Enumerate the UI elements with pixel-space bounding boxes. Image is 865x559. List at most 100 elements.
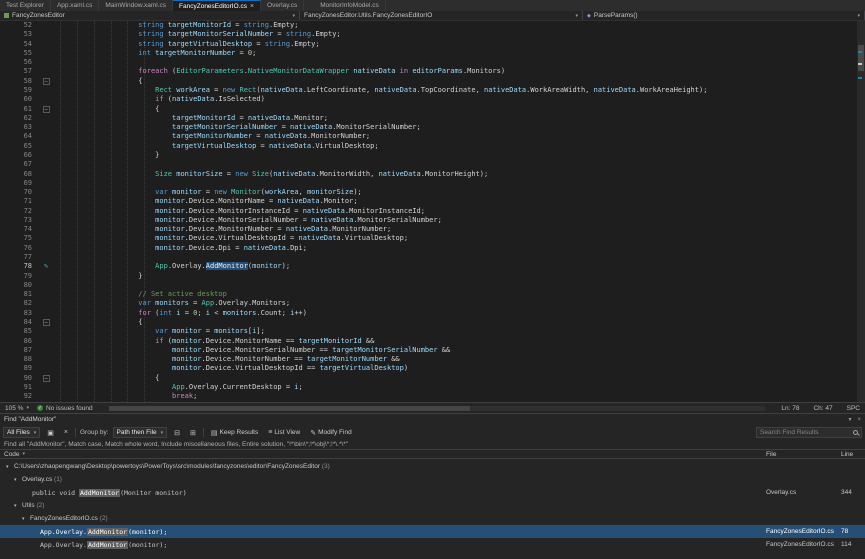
close-icon[interactable]: ×: [250, 3, 254, 10]
tab-app-xaml-cs[interactable]: App.xaml.cs: [51, 0, 99, 11]
modify-find-button[interactable]: ✎ Modify Find: [307, 427, 354, 438]
code-line-65[interactable]: 65 targetVirtualDesktop = nativeData.Vir…: [0, 142, 865, 151]
tab-overlay-cs[interactable]: Overlay.cs: [261, 0, 304, 11]
code-line-90[interactable]: 90− {: [0, 374, 865, 383]
code-line-67[interactable]: 67: [0, 160, 865, 169]
copy-button[interactable]: ▣: [44, 427, 57, 438]
code-line-81[interactable]: 81 // Set active desktop: [0, 290, 865, 299]
code-line-91[interactable]: 91 App.Overlay.CurrentDesktop = i;: [0, 383, 865, 392]
tab-monitorinfomodel-cs[interactable]: MonitorInfoModel.cs: [314, 0, 386, 11]
code-line-57[interactable]: 57 foreach (EditorParameters.NativeMonit…: [0, 67, 865, 76]
project-dropdown[interactable]: FancyZonesEditor ▾: [0, 11, 300, 20]
zoom-control[interactable]: 105 % ▾: [5, 405, 29, 412]
code-line-85[interactable]: 85 var monitor = monitors[i];: [0, 327, 865, 336]
member-dropdown[interactable]: ◆ ParseParams() ▾: [583, 11, 865, 20]
code-line-58[interactable]: 58− {: [0, 77, 865, 86]
find-result-row[interactable]: App.Overlay.AddMonitor(monitor);FancyZon…: [0, 538, 865, 551]
code-line-62[interactable]: 62 targetMonitorId = nativeData.Monitor;: [0, 114, 865, 123]
code-line-64[interactable]: 64 targetMonitorNumber = nativeData.Moni…: [0, 132, 865, 141]
clear-results-button[interactable]: ×: [61, 427, 71, 438]
list-view-toggle[interactable]: ≡ List View: [265, 427, 303, 438]
column-line[interactable]: Line: [841, 451, 861, 458]
horizontal-scrollbar[interactable]: [109, 406, 766, 411]
code-line-63[interactable]: 63 targetMonitorSerialNumber = nativeDat…: [0, 123, 865, 132]
expander-caret-icon[interactable]: ▾: [6, 464, 14, 470]
code-line-61[interactable]: 61− {: [0, 105, 865, 114]
chevron-down-icon[interactable]: ▾: [292, 13, 295, 19]
code-line-80[interactable]: 80: [0, 281, 865, 290]
expand-all-button[interactable]: ⊞: [187, 427, 199, 438]
find-group-row[interactable]: ▾Overlay.cs (1): [0, 473, 865, 486]
search-results-input[interactable]: [760, 429, 850, 436]
group-by-dropdown[interactable]: Path then File ▾: [113, 427, 168, 438]
find-group-row[interactable]: ▾C:\Users\zhaopengwang\Desktop\powertoys…: [0, 460, 865, 473]
document-health[interactable]: ✓ No issues found: [37, 405, 93, 412]
code-line-88[interactable]: 88 monitor.Device.MonitorNumber == targe…: [0, 355, 865, 364]
fold-marker[interactable]: −: [43, 375, 50, 382]
code-line-52[interactable]: 52 string targetMonitorId = string.Empty…: [0, 21, 865, 30]
code-line-55[interactable]: 55 int targetMonitorNumber = 0;: [0, 49, 865, 58]
horizontal-scrollbar-thumb[interactable]: [109, 406, 470, 411]
code-line-83[interactable]: 83 for (int i = 0; i < monitors.Count; i…: [0, 309, 865, 318]
tab-test-explorer[interactable]: Test Explorer: [0, 0, 51, 11]
find-group-row[interactable]: ▾Utils (2): [0, 499, 865, 512]
code-line-71[interactable]: 71 monitor.Device.MonitorName = nativeDa…: [0, 197, 865, 206]
code-editor[interactable]: 52 string targetMonitorId = string.Empty…: [0, 21, 865, 402]
expander-caret-icon[interactable]: ▾: [22, 516, 30, 522]
type-dropdown[interactable]: FancyZonesEditor.Utils.FancyZonesEditorI…: [300, 11, 583, 20]
close-icon[interactable]: ×: [857, 417, 861, 423]
code-line-92[interactable]: 92 break;: [0, 392, 865, 401]
code-line-68[interactable]: 68 Size monitorSize = new Size(nativeDat…: [0, 170, 865, 179]
code-line-54[interactable]: 54 string targetVirtualDesktop = string.…: [0, 40, 865, 49]
line-number: 58: [0, 77, 38, 86]
expander-caret-icon[interactable]: ▾: [14, 477, 22, 483]
scope-dropdown[interactable]: All Files ▾: [3, 427, 40, 438]
column-code[interactable]: Code: [4, 451, 20, 458]
expander-caret-icon[interactable]: ▾: [14, 503, 22, 509]
code-line-66[interactable]: 66 }: [0, 151, 865, 160]
code-line-73[interactable]: 73 monitor.Device.MonitorSerialNumber = …: [0, 216, 865, 225]
code-line-69[interactable]: 69: [0, 179, 865, 188]
tab-label: FancyZonesEditorIO.cs: [179, 3, 247, 10]
group-label: Overlay.cs: [22, 476, 52, 483]
tab-fancyzoneseditorio-cs[interactable]: FancyZonesEditorIO.cs×: [173, 0, 261, 11]
vertical-scrollbar[interactable]: [857, 21, 865, 402]
indent-mode-indicator[interactable]: SPC: [847, 405, 860, 412]
keep-results-toggle[interactable]: ▤ Keep Results: [208, 427, 261, 438]
scrollbar-thumb[interactable]: [858, 45, 864, 71]
fold-marker[interactable]: −: [43, 319, 50, 326]
find-group-row[interactable]: ▾FancyZonesEditorIO.cs (2): [0, 512, 865, 525]
search-results-box[interactable]: [756, 427, 862, 438]
code-line-86[interactable]: 86 if (monitor.Device.MonitorName == tar…: [0, 337, 865, 346]
fold-marker[interactable]: −: [43, 106, 50, 113]
code-line-79[interactable]: 79 }: [0, 272, 865, 281]
line-number: 92: [0, 392, 38, 401]
code-line-78[interactable]: 78✎ App.Overlay.AddMonitor(monitor);: [0, 262, 865, 271]
code-line-59[interactable]: 59 Rect workArea = new Rect(nativeData.L…: [0, 86, 865, 95]
chevron-down-icon[interactable]: ▾: [857, 13, 860, 19]
tab-mainwindow-xaml-cs[interactable]: MainWindow.xaml.cs: [99, 0, 173, 11]
code-line-74[interactable]: 74 monitor.Device.MonitorNumber = native…: [0, 225, 865, 234]
code-line-53[interactable]: 53 string targetMonitorSerialNumber = st…: [0, 30, 865, 39]
find-panel-header[interactable]: Find "AddMonitor" ▾ ×: [0, 414, 865, 425]
find-result-row[interactable]: App.Overlay.AddMonitor(monitor);FancyZon…: [0, 525, 865, 538]
column-file[interactable]: File: [766, 451, 841, 458]
code-line-72[interactable]: 72 monitor.Device.MonitorInstanceId = na…: [0, 207, 865, 216]
code-line-84[interactable]: 84− {: [0, 318, 865, 327]
fold-marker[interactable]: −: [43, 78, 50, 85]
code-line-76[interactable]: 76 monitor.Device.Dpi = nativeData.Dpi;: [0, 244, 865, 253]
code-line-70[interactable]: 70 var monitor = new Monitor(workArea, m…: [0, 188, 865, 197]
collapse-all-button[interactable]: ⊟: [171, 427, 183, 438]
chevron-down-icon[interactable]: ▾: [575, 13, 578, 19]
code-line-60[interactable]: 60 if (nativeData.IsSelected): [0, 95, 865, 104]
window-menu-icon[interactable]: ▾: [848, 416, 851, 423]
find-result-row[interactable]: public void AddMonitor(Monitor monitor)O…: [0, 486, 865, 499]
code-line-56[interactable]: 56: [0, 58, 865, 67]
code-line-82[interactable]: 82 var monitors = App.Overlay.Monitors;: [0, 299, 865, 308]
code-line-77[interactable]: 77: [0, 253, 865, 262]
code-line-75[interactable]: 75 monitor.Device.VirtualDesktopId = nat…: [0, 234, 865, 243]
line-number: 88: [0, 355, 38, 364]
code-line-87[interactable]: 87 monitor.Device.MonitorSerialNumber ==…: [0, 346, 865, 355]
line-number: 89: [0, 364, 38, 373]
code-line-89[interactable]: 89 monitor.Device.VirtualDesktopId == ta…: [0, 364, 865, 373]
